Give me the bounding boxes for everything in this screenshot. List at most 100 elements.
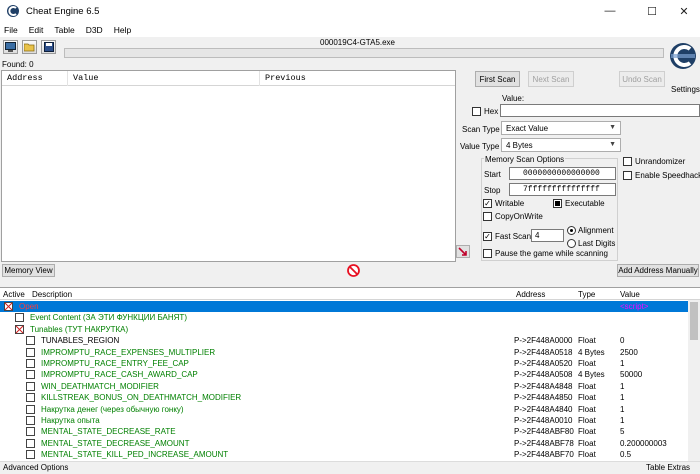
next-scan-button[interactable]: Next Scan [528, 71, 574, 87]
start-address-input[interactable]: 0000000000000000 [509, 167, 616, 180]
row-active-checkbox[interactable] [26, 427, 35, 437]
address-list-row[interactable]: Event Content (ЗА ЭТИ ФУНКЦИИ БАНЯТ) [0, 312, 688, 323]
scan-type-select[interactable]: Exact Value ▼ [501, 121, 621, 135]
stop-label: Stop [484, 186, 501, 195]
memory-view-button[interactable]: Memory View [2, 264, 55, 277]
address-list-row[interactable]: IMPROMPTU_RACE_EXPENSES_MULTIPLIER P->2F4… [0, 347, 688, 358]
row-active-checkbox[interactable] [26, 404, 35, 414]
address-list-row[interactable]: Open <script> [0, 301, 688, 313]
row-description: Накрутка опыта [41, 416, 100, 425]
row-address: P->2F448ABF80 [514, 427, 574, 437]
cheat-engine-settings-icon[interactable] [668, 38, 698, 78]
address-list-scrollbar[interactable] [688, 300, 700, 461]
menu-help[interactable]: Help [114, 25, 131, 35]
address-list-row[interactable]: IMPROMPTU_RACE_CASH_AWARD_CAP P->2F448A05… [0, 369, 688, 380]
first-scan-button[interactable]: First Scan [475, 71, 520, 87]
found-count: Found: 0 [2, 60, 34, 69]
unrandomizer-checkbox[interactable] [623, 157, 632, 166]
row-active-checkbox[interactable] [15, 313, 24, 323]
address-list-row[interactable]: WIN_DEATHMATCH_MODIFIER P->2F448A4848 Floa… [0, 381, 688, 392]
pointer-scan-button[interactable] [456, 245, 470, 258]
value-type-select[interactable]: 4 Bytes ▼ [501, 138, 621, 152]
address-list-row[interactable]: Tunables (ТУТ НАКРУТКА) [0, 324, 688, 335]
row-active-checkbox[interactable] [26, 347, 35, 357]
row-description: IMPROMPTU_RACE_CASH_AWARD_CAP [41, 370, 198, 380]
address-list-row[interactable]: KILLSTREAK_BONUS_ON_DEATHMATCH_MODIFIER P… [0, 392, 688, 403]
pause-game-label: Pause the game while scanning [495, 249, 608, 258]
value-input[interactable] [500, 104, 700, 117]
settings-label[interactable]: Settings [671, 85, 700, 94]
address-list-row[interactable]: Накрутка денег (через обычную гонку) P->2… [0, 404, 688, 415]
row-value: 0.5 [620, 450, 632, 460]
stop-address-input[interactable]: 7fffffffffffffff [509, 183, 616, 196]
scrollbar-thumb[interactable] [690, 302, 698, 340]
table-extras-link[interactable]: Table Extras [646, 463, 690, 472]
results-header: Address Value Previous [2, 70, 455, 86]
advanced-options-link[interactable]: Advanced Options [3, 463, 68, 472]
hex-checkbox[interactable] [472, 107, 481, 116]
save-button[interactable] [41, 40, 56, 54]
row-active-checkbox[interactable] [26, 370, 35, 380]
fast-scan-alignment-input[interactable]: 4 [531, 229, 564, 242]
menu-d3d[interactable]: D3D [86, 25, 103, 35]
copyonwrite-checkbox[interactable] [483, 212, 492, 221]
unrandomizer-label: Unrandomizer [635, 157, 686, 166]
col-type[interactable]: Type [578, 290, 595, 299]
minimize-button[interactable]: — [592, 0, 628, 22]
select-process-button[interactable] [3, 40, 18, 54]
results-col-previous[interactable]: Previous [260, 71, 455, 86]
speedhack-checkbox[interactable] [623, 171, 632, 180]
row-active-checkbox[interactable] [15, 324, 24, 334]
row-value: 1 [620, 393, 625, 403]
writable-checkbox[interactable]: ✓ [483, 199, 492, 208]
status-bar: Advanced Options Table Extras [0, 461, 700, 474]
close-button[interactable]: ✕ [666, 0, 700, 22]
row-description: MENTAL_STATE_KILL_PED_INCREASE_AMOUNT [41, 450, 229, 460]
fast-scan-checkbox[interactable]: ✓ [483, 232, 492, 241]
row-active-checkbox[interactable] [26, 359, 35, 368]
last-digits-radio[interactable] [567, 239, 576, 248]
results-col-address[interactable]: Address [2, 70, 68, 86]
panel-splitter[interactable] [0, 279, 700, 284]
scan-results-list[interactable]: Address Value Previous [1, 70, 456, 262]
row-address: P->2F448ABF70 [514, 450, 574, 460]
maximize-button[interactable]: ☐ [634, 0, 670, 22]
address-list[interactable]: Active Description Address Type Value Op… [0, 287, 700, 461]
row-active-checkbox[interactable] [4, 302, 13, 311]
title-bar: Cheat Engine 6.5 — ☐ ✕ [0, 0, 700, 22]
row-address: P->2F448A0010 [514, 416, 573, 425]
address-list-row[interactable]: Накрутка опыта P->2F448A0010 Float 1 [0, 415, 688, 426]
row-active-checkbox[interactable] [26, 438, 35, 448]
col-value[interactable]: Value [620, 290, 640, 299]
menu-file[interactable]: File [4, 25, 18, 35]
row-value: 1 [620, 359, 625, 368]
row-active-checkbox[interactable] [26, 336, 35, 346]
address-list-row[interactable]: MENTAL_STATE_KILL_PED_INCREASE_AMOUNT P->… [0, 449, 688, 460]
address-list-row[interactable]: MENTAL_STATE_DECREASE_RATE P->2F448ABF80 F… [0, 426, 688, 437]
row-address: P->2F448A0000 [514, 336, 573, 346]
row-type: Float [578, 381, 596, 391]
address-list-row[interactable]: MENTAL_STATE_DECREASE_AMOUNT P->2F448ABF7… [0, 438, 688, 449]
row-active-checkbox[interactable] [26, 450, 35, 460]
value-label: Value: [502, 94, 525, 103]
row-active-checkbox[interactable] [26, 416, 35, 425]
open-file-button[interactable] [22, 40, 37, 54]
menu-edit[interactable]: Edit [29, 25, 44, 35]
pause-game-checkbox[interactable] [483, 249, 492, 258]
results-col-value[interactable]: Value [68, 70, 260, 86]
col-address[interactable]: Address [516, 290, 545, 299]
row-active-checkbox[interactable] [26, 381, 35, 391]
address-list-row[interactable]: IMPROMPTU_RACE_ENTRY_FEE_CAP P->2F448A052… [0, 358, 688, 369]
executable-checkbox[interactable] [553, 199, 562, 208]
row-active-checkbox[interactable] [26, 393, 35, 403]
address-list-row[interactable]: TUNABLES_REGION P->2F448A0000 Float 0 [0, 335, 688, 346]
undo-scan-button[interactable]: Undo Scan [619, 71, 665, 87]
stop-icon[interactable] [347, 264, 360, 277]
col-active[interactable]: Active [3, 290, 25, 299]
row-description: Tunables (ТУТ НАКРУТКА) [30, 324, 129, 334]
row-type: 4 Bytes [578, 370, 605, 380]
alignment-radio[interactable] [567, 226, 576, 235]
col-description[interactable]: Description [32, 290, 72, 299]
add-address-manually-button[interactable]: Add Address Manually [617, 264, 699, 277]
menu-table[interactable]: Table [54, 25, 74, 35]
